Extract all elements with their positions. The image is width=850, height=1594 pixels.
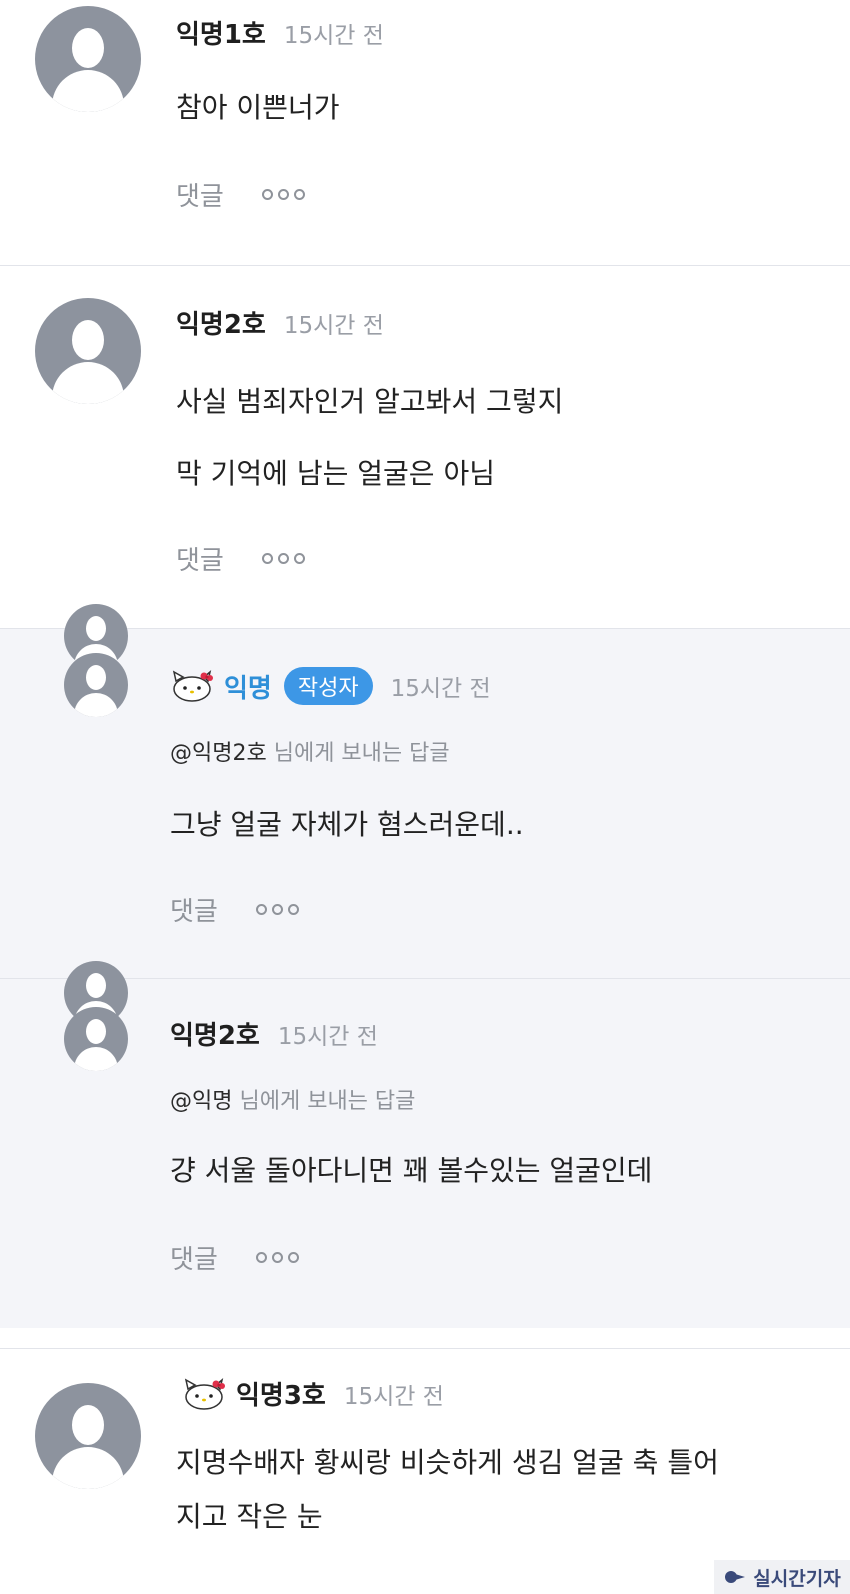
comment-text-line-2: 막 기억에 남는 얼굴은 아님	[176, 457, 495, 490]
more-options-icon[interactable]	[261, 189, 305, 200]
avatar-body-icon	[52, 362, 124, 404]
avatar-body-icon	[74, 693, 118, 717]
more-options-icon[interactable]	[261, 553, 305, 564]
comment-meta: 익명2호 15시간 전	[170, 1015, 378, 1052]
avatar-head-icon	[72, 320, 104, 360]
watermark-logo-icon	[725, 1571, 746, 1583]
reply-comment-1: 익명 작성자 15시간 전 @익명2호 님에게 보내는 답글 그냥 얼굴 자체가…	[0, 604, 850, 978]
comment-text: 참아 이쁜너가	[176, 91, 340, 124]
mention-user[interactable]: @익명	[170, 1089, 232, 1114]
avatar-head-icon	[72, 28, 104, 68]
timestamp: 15시간 전	[277, 1023, 378, 1050]
avatar-head-icon	[86, 616, 106, 641]
comment-actions: 댓글	[176, 176, 305, 213]
avatar[interactable]	[35, 6, 141, 112]
author-badge: 작성자	[283, 667, 373, 705]
comment-text-line-1: 사실 범죄자인거 알고봐서 그렇지	[176, 385, 564, 418]
avatar-head-icon	[86, 973, 106, 998]
mention-user[interactable]: @익명2호	[170, 741, 267, 766]
avatar-body-icon	[52, 1447, 124, 1489]
author-name[interactable]: 익명2호	[170, 1015, 260, 1052]
comment-actions: 댓글	[170, 1239, 299, 1276]
reply-button[interactable]: 댓글	[176, 176, 224, 213]
comment-meta: 익명3호 15시간 전	[182, 1375, 444, 1412]
avatar[interactable]	[64, 1007, 128, 1071]
hello-kitty-icon	[184, 1377, 225, 1410]
timestamp: 15시간 전	[283, 22, 384, 49]
timestamp: 15시간 전	[343, 1383, 444, 1410]
avatar-head-icon	[86, 1019, 106, 1044]
comment-1: 익명1호 15시간 전 참아 이쁜너가 댓글	[0, 0, 850, 265]
watermark: 실시간기자	[714, 1560, 850, 1594]
comment-text: 걍 서울 돌아다니면 꽤 볼수있는 얼굴인데	[170, 1154, 653, 1187]
avatar[interactable]	[64, 653, 128, 717]
comment-text-line-2: 지고 작은 눈	[176, 1500, 323, 1533]
author-name[interactable]: 익명	[224, 668, 272, 705]
avatar[interactable]	[35, 1383, 141, 1489]
reply-button[interactable]: 댓글	[176, 540, 224, 577]
avatar-head-icon	[86, 665, 106, 690]
comment-meta: 익명2호 15시간 전	[176, 304, 384, 341]
avatar[interactable]	[35, 298, 141, 404]
reply-button[interactable]: 댓글	[170, 891, 218, 928]
comment-text-line-1: 지명수배자 황씨랑 비슷하게 생김 얼굴 축 틀어	[176, 1446, 719, 1479]
comment-meta: 익명 작성자 15시간 전	[170, 667, 491, 705]
comment-2: 익명2호 15시간 전 사실 범죄자인거 알고봐서 그렇지 막 기억에 남는 얼…	[0, 266, 850, 628]
comment-actions: 댓글	[170, 891, 299, 928]
reply-mention: @익명 님에게 보내는 답글	[170, 1083, 415, 1115]
author-name[interactable]: 익명2호	[176, 304, 266, 341]
comment-text: 그냥 얼굴 자체가 혐스러운데..	[170, 808, 524, 841]
reply-button[interactable]: 댓글	[170, 1239, 218, 1276]
avatar-body-icon	[74, 1047, 118, 1071]
reply-mention: @익명2호 님에게 보내는 답글	[170, 735, 450, 767]
timestamp: 15시간 전	[390, 676, 491, 702]
avatar-body-icon	[52, 70, 124, 112]
more-options-icon[interactable]	[255, 1252, 299, 1263]
comment-meta: 익명1호 15시간 전	[176, 14, 384, 51]
author-name[interactable]: 익명1호	[176, 14, 266, 51]
comment-actions: 댓글	[176, 540, 305, 577]
avatar-head-icon	[72, 1405, 104, 1445]
timestamp: 15시간 전	[283, 312, 384, 339]
mention-suffix: 님에게 보내는 답글	[273, 741, 450, 766]
more-options-icon[interactable]	[255, 904, 299, 915]
comment-5: 익명3호 15시간 전 지명수배자 황씨랑 비슷하게 생김 얼굴 축 틀어 지고…	[0, 1349, 850, 1594]
mention-suffix: 님에게 보내는 답글	[239, 1089, 416, 1114]
watermark-text: 실시간기자	[753, 1567, 841, 1590]
reply-comment-2: 익명2호 15시간 전 @익명 님에게 보내는 답글 걍 서울 돌아다니면 꽤 …	[0, 961, 850, 1328]
author-name[interactable]: 익명3호	[236, 1375, 326, 1412]
hello-kitty-icon	[172, 670, 213, 702]
